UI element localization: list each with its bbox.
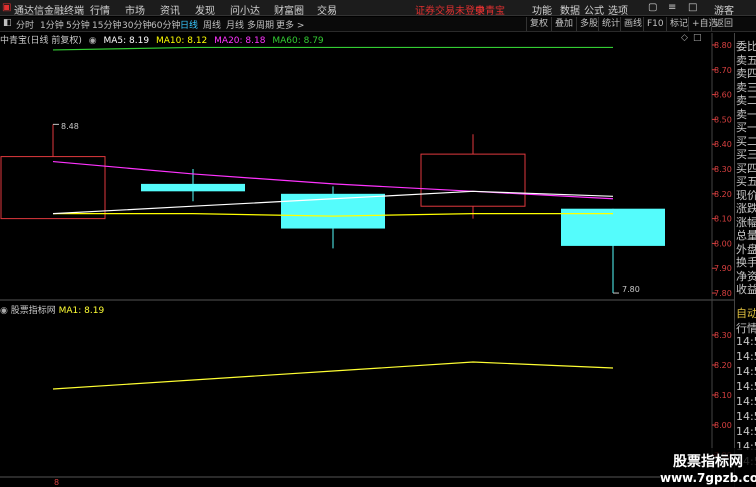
watermark-line2: www.7gpzb.com [660, 471, 756, 485]
y-tick-label: 8.00 [714, 239, 732, 248]
y-tick-label: 8.30 [714, 165, 732, 174]
y-tick-label: 8.20 [714, 190, 732, 199]
trade-detail-item: 14:50 [736, 425, 756, 438]
sub-y-tick-label: 8.00 [714, 421, 732, 430]
high-price-label: 8.48 [61, 122, 79, 131]
y-tick-label: 7.90 [714, 264, 732, 273]
quote-field-label: 收益 [736, 283, 756, 296]
candle-body [420, 153, 526, 207]
low-price-label: 7.80 [622, 285, 640, 294]
candle-body [0, 156, 106, 220]
y-tick-label: 8.50 [714, 115, 732, 124]
sub-chart-legend: ◉ 股票指标网 MA1: 8.19 [0, 303, 104, 316]
trade-detail-item: 14:50 [736, 350, 756, 363]
sub-y-tick-label: 8.30 [714, 331, 732, 340]
ma60-line [52, 46, 613, 51]
candle-body [561, 208, 665, 246]
trade-detail-item: 14:50 [736, 395, 756, 408]
trade-detail-item: 14:50 [736, 380, 756, 393]
sub-ma1-line [52, 361, 614, 390]
trade-detail-item: 14:50 [736, 410, 756, 423]
sub-y-tick-label: 8.20 [714, 361, 732, 370]
y-tick-label: 8.70 [714, 66, 732, 75]
trade-detail-item: 行情 [736, 322, 756, 335]
y-tick-label: 8.10 [714, 215, 732, 224]
watermark-line1: 股票指标网 [673, 454, 743, 470]
y-tick-label: 8.80 [714, 41, 732, 50]
candle-body [141, 183, 245, 192]
sub-ma1-label: MA1: 8.19 [58, 306, 105, 316]
trade-detail-item: 自动 [736, 307, 756, 320]
trade-detail-item: 14:50 [736, 335, 756, 348]
sub-settings-icon[interactable]: ◉ [0, 306, 8, 316]
trade-detail-item: 14:50 [736, 365, 756, 378]
x-axis-label: 8 [54, 478, 60, 487]
sub-indicator-label: 股票指标网 [10, 306, 56, 316]
y-tick-label: 8.40 [714, 140, 732, 149]
y-tick-label: 8.60 [714, 91, 732, 100]
quote-side-panel: 委比 卖五 卖四 卖三 卖二 卖一 买一 买二 买三 买四 买五 现价 涨跌 涨幅 总量 外盘 换手 净资 收益 自动… [734, 33, 756, 487]
y-tick-label: 7.80 [714, 289, 732, 298]
watermark: 股票指标网 www.7gpzb.com [660, 448, 756, 487]
sub-y-tick-label: 8.10 [714, 391, 732, 400]
kline-chart[interactable]: 8.80 8.70 8.60 8.50 8.40 8.30 8.20 8.10 8.00 7.90… [0, 0, 756, 487]
